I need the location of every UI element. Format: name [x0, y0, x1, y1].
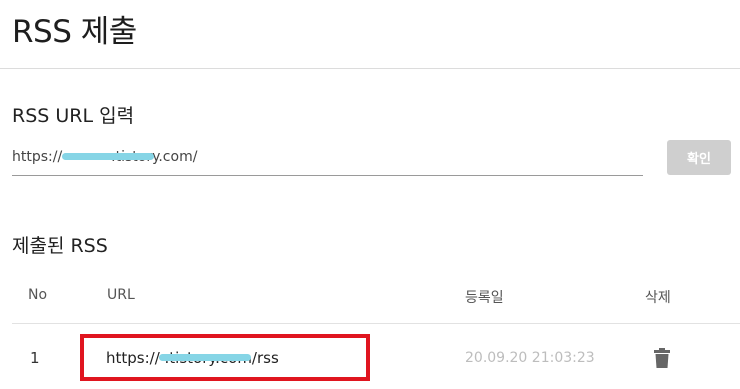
table-header-divider	[12, 323, 740, 324]
row-date: 20.09.20 21:03:23	[465, 350, 595, 366]
highlight-box	[80, 334, 370, 381]
trash-icon[interactable]	[654, 348, 670, 368]
row-no: 1	[30, 349, 40, 367]
rss-input-section-title: RSS URL 입력	[12, 105, 135, 127]
confirm-button[interactable]: 확인	[667, 140, 731, 175]
redaction-mark	[62, 153, 154, 160]
page-title: RSS 제출	[12, 14, 137, 50]
table-header-delete: 삭제	[645, 290, 671, 306]
title-divider	[0, 68, 740, 69]
table-header-no: No	[28, 287, 48, 303]
table-header-url: URL	[107, 287, 135, 303]
submitted-rss-section-title: 제출된 RSS	[12, 235, 108, 257]
table-header-date: 등록일	[465, 290, 504, 306]
